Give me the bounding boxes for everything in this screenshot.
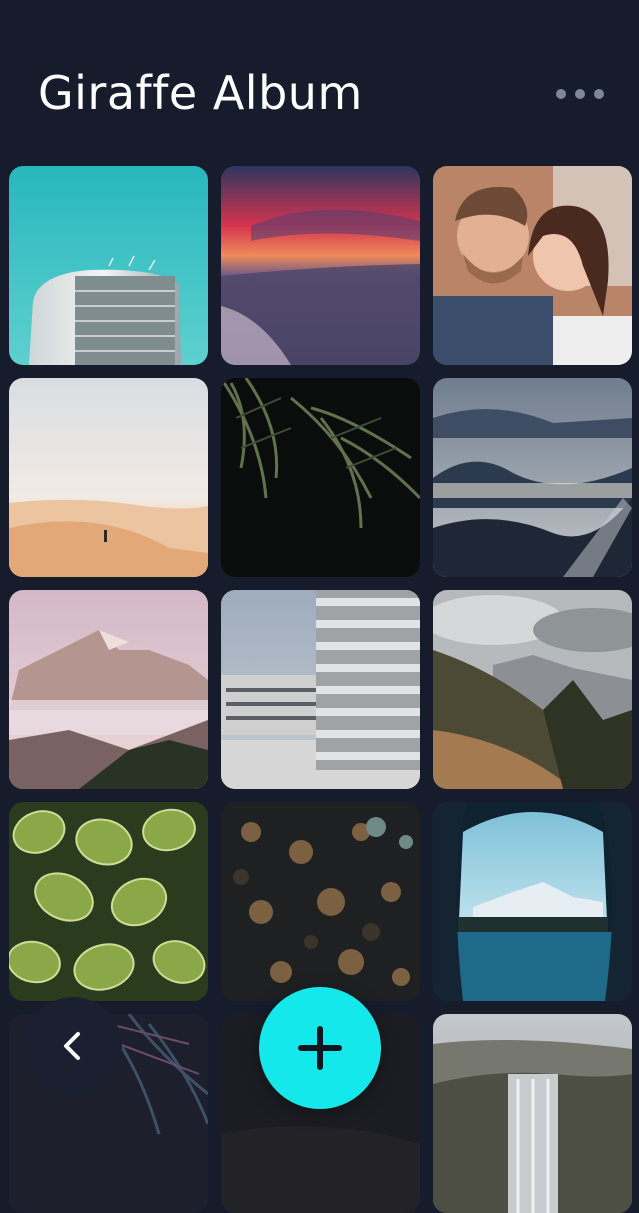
photo-tile-pink-mountain-peak[interactable] [9,590,208,789]
photo-tile-waterfall-valley[interactable] [433,1014,632,1213]
photo-tile-cave-lake-view[interactable] [433,802,632,1001]
photo-tile-cloudy-mountain-valley[interactable] [433,590,632,789]
photo-tile-couple-portrait[interactable] [433,166,632,365]
app-header: Giraffe Album [0,0,639,160]
more-options-button[interactable] [552,84,608,104]
photo-tile-sunset-beach[interactable] [221,166,420,365]
photo-tile-palm-leaves-night[interactable] [221,378,420,577]
back-button[interactable] [24,997,122,1095]
more-horizontal-icon [556,89,566,99]
page-title: Giraffe Album [38,66,363,120]
photo-tile-aerial-forest[interactable] [221,802,420,1001]
add-photo-button[interactable] [259,987,381,1109]
plus-icon [298,1026,342,1070]
photo-tile-misty-mountains[interactable] [433,378,632,577]
photo-tile-desert-dunes[interactable] [9,378,208,577]
photo-tile-modern-architecture[interactable] [221,590,420,789]
photo-tile-building-sky[interactable] [9,166,208,365]
photo-tile-green-leaves[interactable] [9,802,208,1001]
chevron-left-icon [64,1032,80,1060]
